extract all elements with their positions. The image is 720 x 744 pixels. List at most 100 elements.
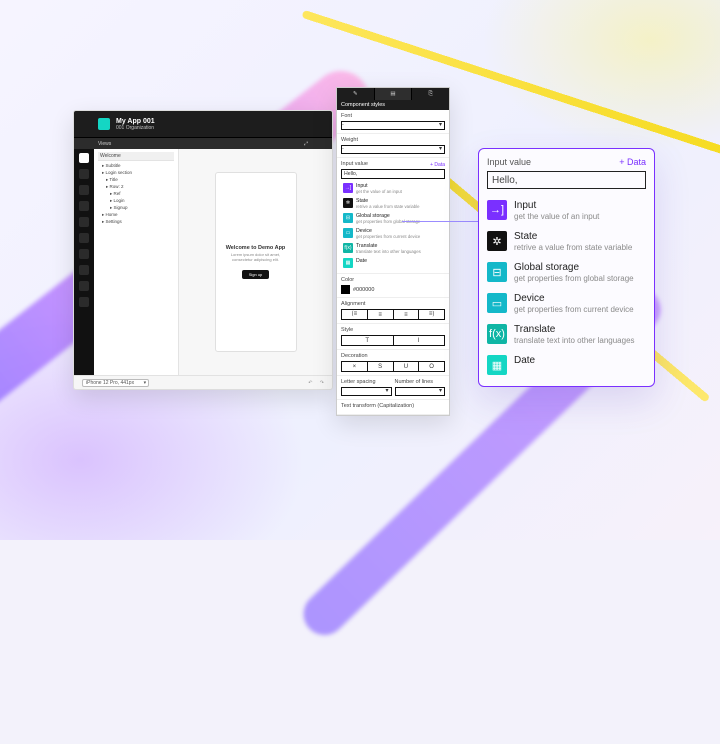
data-option[interactable]: →]Inputget the value of an input	[487, 195, 646, 226]
data-option[interactable]: ▭Deviceget properties from current devic…	[341, 226, 445, 241]
theme-icon[interactable]	[79, 233, 89, 243]
styles-icon[interactable]: ▤	[375, 88, 413, 100]
data-option[interactable]: ⊟Global storageget properties from globa…	[341, 211, 445, 226]
device-frame: Welcome to Demo App Lorem ipsum dolor si…	[215, 172, 297, 352]
decoration-btn-2[interactable]: U	[394, 361, 420, 372]
decoration-btn-0[interactable]: ×	[341, 361, 368, 372]
option-desc: get the value of an input	[514, 212, 599, 221]
users-icon[interactable]	[79, 249, 89, 259]
tree-item[interactable]: ▸ Login section	[102, 170, 174, 176]
option-icon: ▦	[343, 258, 353, 268]
pencil-icon[interactable]: ✎	[337, 88, 375, 100]
data-option[interactable]: ▭Deviceget properties from current devic…	[487, 288, 646, 319]
decoration-btn-1[interactable]: S	[368, 361, 394, 372]
option-icon: ⊟	[343, 213, 353, 223]
option-title: Translate	[514, 324, 635, 335]
tree-item[interactable]: ▸ Title	[106, 177, 174, 183]
option-title: Date	[356, 258, 443, 264]
option-title: Global storage	[514, 262, 634, 273]
home-icon[interactable]	[79, 153, 89, 163]
option-desc: get properties from global storage	[514, 274, 634, 283]
tree-item[interactable]: ▸ Subtitle	[102, 163, 174, 169]
decoration-btn-3[interactable]: O	[419, 361, 445, 372]
data-icon[interactable]	[79, 217, 89, 227]
option-title: Input	[514, 200, 599, 211]
color-value: #000000	[353, 287, 374, 293]
inputvalue-field[interactable]: Hello,	[341, 169, 445, 179]
option-desc: get properties from current device	[356, 234, 443, 239]
app-editor-window: My App 001 001 Organization Views ⤢ Welc…	[73, 110, 333, 390]
data-option[interactable]: ▦Date	[487, 350, 646, 380]
tree-item[interactable]: ▸ Row: 2	[106, 184, 174, 190]
letterspacing-input[interactable]	[341, 387, 392, 396]
align-btn-2[interactable]: ≡	[394, 309, 420, 320]
views-label: Views	[98, 141, 111, 147]
views-bar: Views ⤢	[74, 137, 332, 149]
canvas[interactable]: Welcome to Demo App Lorem ipsum dolor si…	[179, 149, 332, 375]
settings-icon[interactable]	[79, 297, 89, 307]
canvas-heading: Welcome to Demo App	[226, 245, 286, 251]
option-title: State	[514, 231, 632, 242]
option-desc: retrive a value from state variable	[514, 243, 632, 252]
numlines-input[interactable]	[395, 387, 446, 396]
option-desc: translate text into other languages	[356, 249, 443, 254]
tree-item[interactable]: ▸ Ref	[110, 191, 174, 197]
numlines-label: Number of lines	[395, 379, 446, 385]
tree-item[interactable]: ▸ Login	[110, 198, 174, 204]
logic-icon[interactable]	[79, 201, 89, 211]
font-select[interactable]: -	[341, 121, 445, 130]
option-icon: →]	[343, 183, 353, 193]
styles-panel: ✎▤⎘ Component styles Font - Weight - Inp…	[336, 87, 450, 416]
inputvalue-label: Input value	[341, 161, 368, 167]
style-btn-0[interactable]: T	[341, 335, 394, 346]
layer-tree: Welcome ▸ Subtitle▸ Login section▸ Title…	[94, 149, 179, 375]
option-icon: ✲	[343, 198, 353, 208]
option-desc: translate text into other languages	[514, 336, 635, 345]
signup-button[interactable]: Sign up	[242, 270, 270, 279]
team-icon[interactable]	[79, 265, 89, 275]
color-swatch[interactable]	[341, 285, 350, 294]
side-nav	[74, 149, 94, 375]
add-data-link[interactable]: + Data	[619, 157, 646, 167]
weight-select[interactable]: -	[341, 145, 445, 154]
align-btn-1[interactable]: ≡	[368, 309, 394, 320]
app-org: 001 Organization	[116, 125, 155, 131]
data-option[interactable]: ✲Stateretrive a value from state variabl…	[487, 226, 646, 257]
texttransform-label: Text transform (Capitalization)	[341, 403, 445, 409]
redo-button[interactable]: ↷	[320, 380, 324, 386]
option-icon: ⊟	[487, 262, 507, 282]
data-option[interactable]: ⊟ Global storageget properties from globa…	[487, 257, 646, 288]
tree-tab[interactable]: Welcome	[98, 152, 174, 161]
letterspacing-label: Letter spacing	[341, 379, 392, 385]
style-label: Style	[341, 327, 445, 333]
data-option[interactable]: ▦Date	[341, 256, 445, 270]
design-icon[interactable]	[79, 185, 89, 195]
data-option[interactable]: f(x)Translatetranslate text into other l…	[341, 241, 445, 256]
add-data-link-sm[interactable]: + Data	[430, 162, 445, 168]
option-desc: get properties from current device	[514, 305, 634, 314]
tree-item[interactable]: ▸ Home	[102, 212, 174, 218]
data-option[interactable]: f(x)Translatetranslate text into other l…	[487, 319, 646, 350]
tree-item[interactable]: ▸ Settings	[102, 219, 174, 225]
data-option[interactable]: ✲Stateretrive a value from state variabl…	[341, 196, 445, 211]
align-btn-0[interactable]: ⟮≡	[341, 309, 368, 320]
link-icon[interactable]: ⎘	[412, 88, 449, 100]
callout-label: Input value	[487, 157, 531, 167]
tree-item[interactable]: ▸ Signup	[110, 205, 174, 211]
callout-input[interactable]: Hello,	[487, 171, 646, 189]
option-icon: f(x)	[343, 243, 353, 253]
style-btn-1[interactable]: I	[394, 335, 446, 346]
decoration-label: Decoration	[341, 353, 445, 359]
callout-connector	[402, 221, 480, 222]
app-logo	[98, 118, 110, 130]
data-dropdown-sm: →]Inputget the value of an input✲Statere…	[341, 181, 445, 270]
option-desc: retrive a value from state variable	[356, 204, 443, 209]
undo-button[interactable]: ↶	[308, 380, 312, 386]
publish-icon[interactable]	[79, 281, 89, 291]
add-icon[interactable]	[79, 169, 89, 179]
color-label: Color	[341, 277, 445, 283]
data-option[interactable]: →]Inputget the value of an input	[341, 181, 445, 196]
views-expand-icon[interactable]: ⤢	[304, 141, 308, 147]
device-select[interactable]: iPhone 12 Pro, 441px	[82, 379, 149, 387]
align-btn-3[interactable]: ≡⟯	[419, 309, 445, 320]
